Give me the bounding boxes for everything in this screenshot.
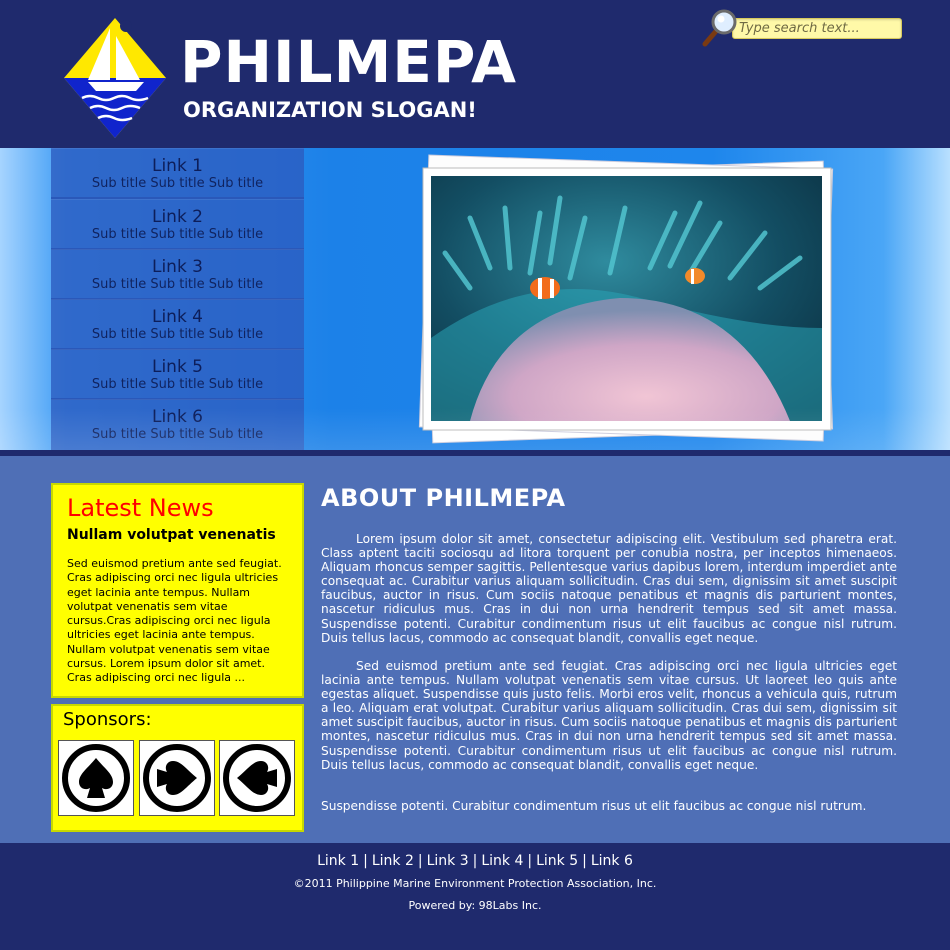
nav-item-label: Link 5 bbox=[151, 357, 204, 377]
site-footer: Link 1 | Link 2 | Link 3 | Link 4 | Link 5 | Link … bbox=[0, 843, 950, 950]
about-paragraph-2: Sed euismod pretium ante sed feugiat. Cr… bbox=[321, 659, 897, 772]
footer-link-6[interactable]: Link 6 bbox=[591, 853, 633, 869]
nav-item-subtitle: Sub title Sub title Sub title bbox=[91, 277, 264, 292]
site-header: PHILMEPA ORGANIZATION SLOGAN! bbox=[0, 0, 950, 148]
nav-item-label: Link 2 bbox=[151, 207, 204, 227]
footer-link-4[interactable]: Link 4 bbox=[481, 853, 523, 869]
nav-item-subtitle: Sub title Sub title Sub title bbox=[91, 176, 264, 191]
side-navigation: Link 1 Sub title Sub title Sub title Lin… bbox=[51, 148, 304, 450]
news-title: Latest News bbox=[67, 494, 214, 522]
magnifier-icon[interactable] bbox=[702, 8, 742, 48]
copyright-text: ©2011 Philippine Marine Environment Prot… bbox=[293, 877, 657, 890]
footer-separator: | bbox=[417, 853, 423, 869]
news-body: Sed euismod pretium ante sed feugiat. Cr… bbox=[67, 557, 282, 685]
about-title: ABOUT PHILMEPA bbox=[321, 484, 566, 512]
nav-item-subtitle: Sub title Sub title Sub title bbox=[91, 377, 264, 392]
footer-link-5[interactable]: Link 5 bbox=[536, 853, 578, 869]
news-headline[interactable]: Nullam volutpat venenatis bbox=[67, 526, 276, 544]
main-content: Latest News Nullam volutpat venenatis Se… bbox=[0, 450, 950, 849]
footer-link-3[interactable]: Link 3 bbox=[427, 853, 469, 869]
footer-separator: | bbox=[582, 853, 587, 869]
site-slogan: ORGANIZATION SLOGAN! bbox=[183, 98, 477, 122]
nav-item-subtitle: Sub title Sub title Sub title bbox=[91, 327, 264, 342]
nav-item-link-2[interactable]: Link 2 Sub title Sub title Sub title bbox=[51, 199, 304, 250]
powered-by-text: Powered by: 98Labs Inc. bbox=[408, 899, 542, 912]
footer-separator: | bbox=[363, 853, 368, 869]
spade-left-icon bbox=[223, 744, 291, 812]
banner: Link 1 Sub title Sub title Sub title Lin… bbox=[0, 148, 950, 450]
about-paragraph-1: Lorem ipsum dolor sit amet, consectetur … bbox=[321, 532, 897, 645]
site-title: PHILMEPA bbox=[180, 28, 517, 96]
nav-item-label: Link 3 bbox=[151, 257, 204, 277]
footer-link-2[interactable]: Link 2 bbox=[372, 853, 414, 869]
nav-item-subtitle: Sub title Sub title Sub title bbox=[91, 227, 264, 242]
photo-stack-image bbox=[418, 154, 834, 444]
latest-news-box: Latest News Nullam volutpat venenatis Se… bbox=[51, 483, 304, 698]
sailboat-logo-icon[interactable] bbox=[64, 18, 166, 138]
footer-link-1[interactable]: Link 1 bbox=[317, 853, 359, 869]
nav-item-label: Link 4 bbox=[151, 307, 204, 327]
search-box bbox=[732, 18, 902, 39]
footer-separator: | bbox=[527, 853, 533, 869]
nav-item-link-5[interactable]: Link 5 Sub title Sub title Sub title bbox=[51, 349, 304, 400]
spade-up-icon bbox=[62, 744, 130, 812]
about-paragraph-3: Suspendisse potenti. Curabitur condiment… bbox=[321, 799, 867, 813]
sponsors-title: Sponsors: bbox=[63, 709, 152, 730]
nav-item-link-3[interactable]: Link 3 Sub title Sub title Sub title bbox=[51, 249, 304, 300]
footer-links: Link 1 | Link 2 | Link 3 | Link 4 | Link 5 | Link … bbox=[0, 852, 950, 870]
nav-item-label: Link 6 bbox=[151, 407, 204, 427]
sponsor-logo-2[interactable] bbox=[139, 740, 215, 816]
spade-right-icon bbox=[143, 744, 211, 812]
nav-item-link-1[interactable]: Link 1 Sub title Sub title Sub title bbox=[51, 148, 304, 199]
footer-separator: | bbox=[472, 853, 478, 869]
sponsors-box: Sponsors: bbox=[51, 704, 304, 832]
sponsor-logo-1[interactable] bbox=[58, 740, 134, 816]
sponsor-logo-3[interactable] bbox=[219, 740, 295, 816]
search-bar bbox=[702, 8, 902, 48]
nav-item-link-4[interactable]: Link 4 Sub title Sub title Sub title bbox=[51, 299, 304, 350]
search-input[interactable] bbox=[739, 20, 897, 36]
nav-item-subtitle: Sub title Sub title Sub title bbox=[91, 427, 264, 442]
nav-item-link-6[interactable]: Link 6 Sub title Sub title Sub title bbox=[51, 399, 304, 448]
nav-item-label: Link 1 bbox=[151, 156, 204, 176]
